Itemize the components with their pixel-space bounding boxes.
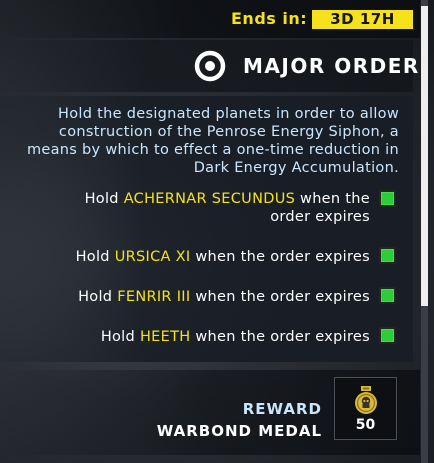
objective-suffix: when the order expires: [190, 249, 370, 265]
objective-item: Hold URSICA XI when the order expires: [76, 248, 370, 266]
ends-in-label: Ends in:: [231, 9, 308, 28]
objective-item: Hold FENRIR III when the order expires: [78, 288, 370, 306]
objective-item: Hold HEETH when the order expires: [101, 328, 370, 346]
planet-name: ACHERNAR SECUNDUS: [123, 191, 296, 207]
objective-suffix: when the order expires: [190, 289, 370, 305]
objective-item: Hold ACHERNAR SECUNDUS when the order ex…: [50, 190, 370, 226]
objective-complete-checkbox: [379, 287, 396, 304]
objective-suffix: when the order expires: [190, 329, 370, 345]
objective-prefix: Hold: [75, 249, 115, 265]
reward-label: REWARD: [242, 400, 322, 418]
planet-name: URSICA XI: [114, 249, 191, 265]
objective-prefix: Hold: [84, 191, 124, 207]
objective-complete-checkbox: [379, 190, 396, 207]
scrollbar-thumb[interactable]: [421, 6, 428, 306]
planet-name: HEETH: [139, 329, 191, 345]
objective-prefix: Hold: [100, 329, 140, 345]
reward-amount: 50: [355, 417, 376, 433]
order-description: Hold the designated planets in order to …: [26, 106, 399, 176]
target-icon: [194, 50, 226, 82]
medal-icon: [355, 386, 377, 414]
objective-complete-checkbox: [379, 327, 396, 344]
page-title: MAJOR ORDER: [243, 54, 420, 78]
objective-complete-checkbox: [379, 247, 396, 264]
time-remaining-badge: 3D 17H: [312, 10, 413, 29]
planet-name: FENRIR III: [117, 289, 191, 305]
objective-prefix: Hold: [78, 289, 118, 305]
reward-name: WARBOND MEDAL: [156, 422, 322, 440]
